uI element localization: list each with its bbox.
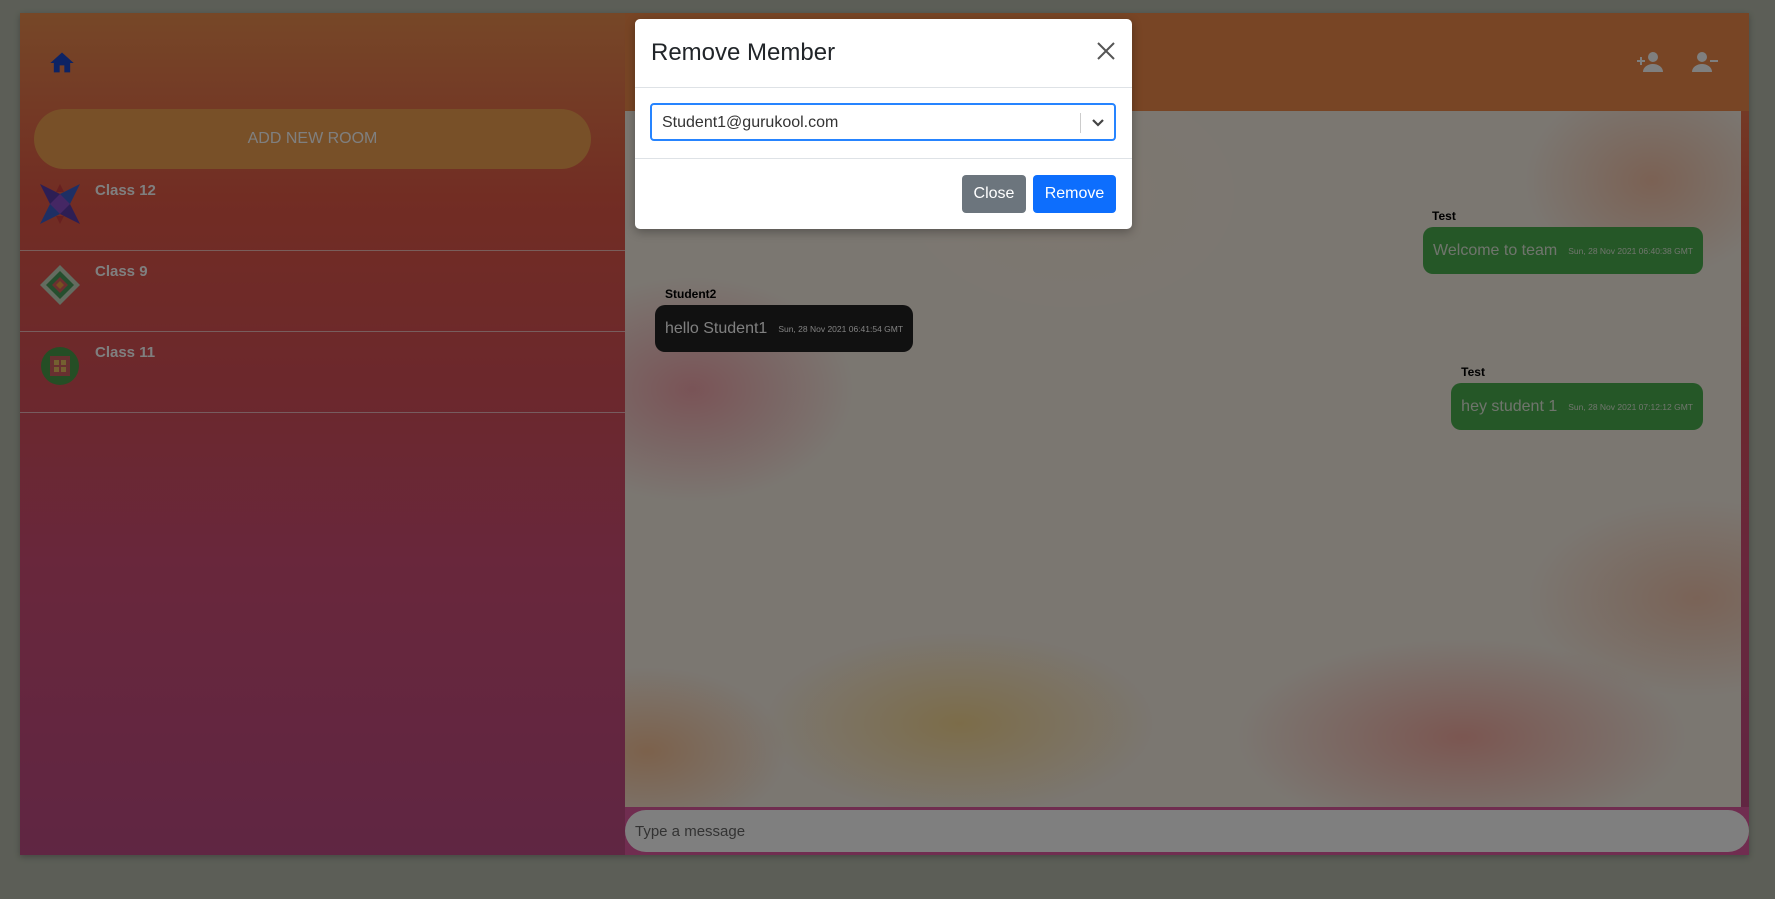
person-remove-icon[interactable] [1690,49,1720,75]
room-avatar [41,347,79,385]
message-text: hello Student1 [665,319,768,337]
message-text: hey student 1 [1461,397,1558,415]
room-list: Class 12 Class 9 Class 11 [20,170,625,413]
message-sender: Student2 [665,287,717,301]
message-bubble: hello Student1 Sun, 28 Nov 2021 06:41:54… [655,305,914,352]
message-bubble: Welcome to team Sun, 28 Nov 2021 06:40:3… [1423,227,1703,274]
home-icon[interactable] [48,49,76,77]
message-time: Sun, 28 Nov 2021 06:41:54 GMT [778,323,904,334]
room-item-class-11[interactable]: Class 11 [20,332,625,413]
message-time: Sun, 28 Nov 2021 07:12:12 GMT [1568,401,1693,412]
modal-title: Remove Member [651,39,836,66]
message-text: Welcome to team [1433,241,1558,259]
remove-button[interactable]: Remove [1033,175,1116,213]
room-item-class-9[interactable]: Class 9 [20,251,625,332]
room-avatar [40,265,80,305]
add-new-room-button[interactable]: ADD NEW ROOM [34,109,591,169]
message-sender: Test [1461,365,1485,379]
sidebar: ADD NEW ROOM Class 12 Class 9 Class 11 [20,13,625,855]
chevron-down-icon[interactable] [1090,114,1106,130]
message-item: Test hey student 1 Sun, 28 Nov 2021 07:1… [1451,365,1703,430]
room-name: Class 12 [95,182,156,199]
message-time: Sun, 28 Nov 2021 06:40:38 GMT [1568,245,1693,256]
member-select[interactable]: Student1@gurukool.com [650,103,1116,141]
message-item: Test Welcome to team Sun, 28 Nov 2021 06… [1423,209,1703,274]
select-separator [1080,113,1081,133]
close-button[interactable]: Close [962,175,1026,213]
message-sender: Test [1432,209,1456,223]
member-select-value: Student1@gurukool.com [662,114,839,131]
modal-header: Remove Member [635,19,1132,88]
person-add-icon[interactable] [1635,49,1665,75]
room-item-class-12[interactable]: Class 12 [20,170,625,251]
room-name: Class 11 [95,344,156,361]
room-name: Class 9 [95,263,148,280]
message-input-bar [625,807,1749,855]
modal-footer: Close Remove [635,159,1132,229]
modal-body: Student1@gurukool.com [635,88,1132,159]
message-bubble: hey student 1 Sun, 28 Nov 2021 07:12:12 … [1451,383,1703,430]
close-icon[interactable] [1096,41,1116,61]
room-avatar [40,184,80,224]
message-input[interactable] [625,810,1749,852]
remove-member-modal: Remove Member Student1@gurukool.com Clos… [635,19,1132,229]
message-item: Student2 hello Student1 Sun, 28 Nov 2021… [655,287,914,352]
